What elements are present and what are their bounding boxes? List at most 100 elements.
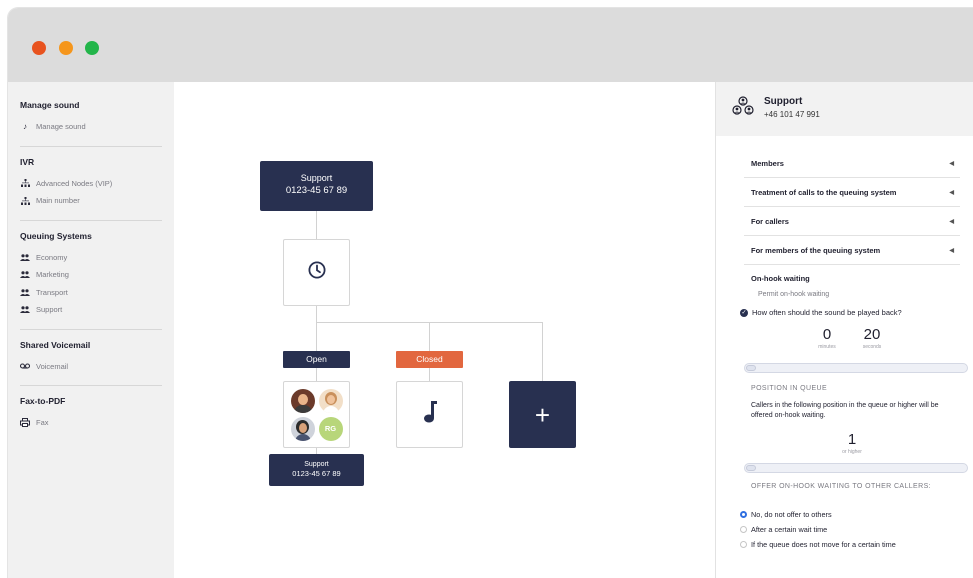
root-node-title: Support	[300, 173, 333, 183]
hierarchy-icon	[20, 196, 30, 205]
sidebar-item-label: Transport	[36, 287, 68, 297]
sidebar-item-label: Economy	[36, 252, 68, 262]
seconds-label: seconds	[862, 344, 882, 350]
position-slider[interactable]	[744, 463, 968, 473]
radio-label: After a certain wait time	[751, 525, 828, 534]
radio-selected[interactable]	[740, 511, 747, 518]
sidebar-section-ivr: IVR Advanced Nodes (VIP) Main number	[20, 157, 162, 210]
member-avatar	[290, 388, 315, 413]
sidebar-item-fax[interactable]: Fax	[20, 414, 162, 432]
open-tag[interactable]: Open	[283, 351, 350, 368]
group-icon	[20, 306, 30, 314]
panel-title: Support	[764, 96, 803, 107]
music-note-icon	[423, 401, 437, 428]
caret-left-icon: ◀	[949, 190, 954, 196]
minimize-window-button[interactable]	[59, 41, 73, 55]
sidebar-section-queuing-systems: Queuing Systems Economy Marketing Transp…	[20, 231, 162, 319]
position-description: Callers in the following position in the…	[751, 402, 939, 419]
sidebar-section-title: Queuing Systems	[20, 230, 92, 241]
accordion-members[interactable]: Members ◀	[744, 150, 960, 178]
caret-left-icon: ◀	[949, 219, 954, 225]
sidebar-item-label: Fax	[36, 418, 49, 428]
accordion-treatment-of-calls[interactable]: Treatment of calls to the queuing system…	[744, 179, 960, 207]
root-number-node[interactable]: Support 0123-45 67 89	[260, 161, 373, 211]
close-window-button[interactable]	[32, 41, 46, 55]
voicemail-icon	[20, 363, 30, 369]
panel-header: Support +46 101 47 991	[716, 82, 973, 136]
slider-handle[interactable]	[746, 365, 756, 371]
sidebar: Manage sound ♪ Manage sound IVR Advanced…	[8, 82, 174, 578]
member-avatar	[290, 416, 315, 441]
sidebar-section-manage-sound: Manage sound ♪ Manage sound	[20, 100, 162, 136]
sidebar-item-support[interactable]: Support	[20, 301, 162, 319]
slider-handle[interactable]	[746, 465, 756, 471]
queue-group-icon	[732, 96, 754, 121]
position-title: POSITION IN QUEUE	[751, 385, 828, 392]
sound-frequency-label: How often should the sound be played bac…	[752, 308, 902, 317]
sidebar-item-label: Manage sound	[36, 122, 86, 132]
queue-members-node[interactable]: RG	[283, 381, 350, 448]
radio-label: If the queue does not move for a certain…	[751, 540, 896, 549]
group-icon	[20, 271, 30, 279]
accordion-label: For members of the queuing system	[751, 246, 881, 255]
member-avatar-initials: RG	[318, 416, 343, 441]
printer-icon	[20, 418, 30, 428]
radio-unselected[interactable]	[740, 526, 747, 533]
flow-canvas: Support 0123-45 67 89 Open Closed RG Sup…	[174, 82, 715, 578]
sidebar-divider	[20, 145, 162, 147]
queue-settings-panel: Support +46 101 47 991 Members ◀ Treatmen…	[715, 82, 973, 578]
minutes-label: minutes	[818, 344, 836, 350]
sidebar-section-shared-voicemail: Shared Voicemail Voicemail	[20, 340, 162, 376]
sidebar-item-advanced-nodes[interactable]: Advanced Nodes (VIP)	[20, 175, 162, 193]
check-circle-icon: ✓	[740, 308, 748, 317]
queue-node-number: 0123-45 67 89	[292, 469, 341, 478]
queue-number-node[interactable]: Support 0123-45 67 89	[269, 454, 364, 486]
offer-option-queue-stalled[interactable]: If the queue does not move for a certain…	[740, 540, 896, 549]
sidebar-item-marketing[interactable]: Marketing	[20, 266, 162, 284]
sidebar-item-main-number[interactable]: Main number	[20, 192, 162, 210]
music-note-icon: ♪	[23, 122, 27, 132]
connector-line	[429, 368, 430, 381]
onhook-permit[interactable]: Permit on-hook waiting	[758, 291, 829, 298]
seconds-value: 20	[863, 326, 881, 343]
sidebar-section-title: Manage sound	[20, 100, 80, 110]
closed-sound-node[interactable]	[396, 381, 463, 448]
time-condition-node[interactable]	[283, 239, 350, 306]
sidebar-item-label: Marketing	[36, 270, 69, 280]
position-label: or higher	[842, 449, 862, 455]
closed-tag[interactable]: Closed	[396, 351, 463, 368]
sidebar-divider	[20, 328, 162, 330]
position-field[interactable]: 1 or higher	[832, 431, 872, 455]
group-icon	[20, 288, 30, 296]
accordion-for-members[interactable]: For members of the queuing system ◀	[744, 237, 960, 265]
sidebar-section-title: Shared Voicemail	[20, 339, 91, 350]
connector-line	[316, 368, 317, 381]
sidebar-item-label: Support	[36, 305, 63, 315]
sound-frequency-option[interactable]: ✓ How often should the sound be played b…	[740, 308, 902, 317]
sidebar-item-label: Main number	[36, 196, 80, 206]
onhook-title: On-hook waiting	[751, 274, 810, 283]
sidebar-item-manage-sound[interactable]: ♪ Manage sound	[20, 118, 162, 136]
sidebar-item-label: Advanced Nodes (VIP)	[36, 178, 113, 188]
add-node-button[interactable]: +	[509, 381, 576, 448]
sidebar-item-label: Voicemail	[36, 361, 69, 371]
sound-interval-slider[interactable]	[744, 363, 968, 373]
plus-icon: +	[534, 399, 551, 430]
connector-line	[316, 306, 317, 351]
sidebar-section-title: IVR	[20, 156, 35, 167]
accordion-label: For callers	[751, 217, 789, 226]
maximize-window-button[interactable]	[85, 41, 99, 55]
seconds-field[interactable]: 20 seconds	[855, 326, 889, 350]
clock-icon	[308, 261, 326, 284]
offer-option-no[interactable]: No, do not offer to others	[740, 510, 832, 519]
sidebar-item-economy[interactable]: Economy	[20, 249, 162, 267]
group-icon	[20, 253, 30, 261]
minutes-field[interactable]: 0 minutes	[812, 326, 842, 350]
radio-unselected[interactable]	[740, 541, 747, 548]
sidebar-item-transport[interactable]: Transport	[20, 284, 162, 302]
member-avatar	[318, 388, 343, 413]
minutes-value: 0	[822, 326, 832, 343]
offer-option-wait-time[interactable]: After a certain wait time	[740, 525, 827, 534]
accordion-for-callers[interactable]: For callers ◀	[744, 208, 960, 236]
sidebar-item-voicemail[interactable]: Voicemail	[20, 358, 162, 376]
